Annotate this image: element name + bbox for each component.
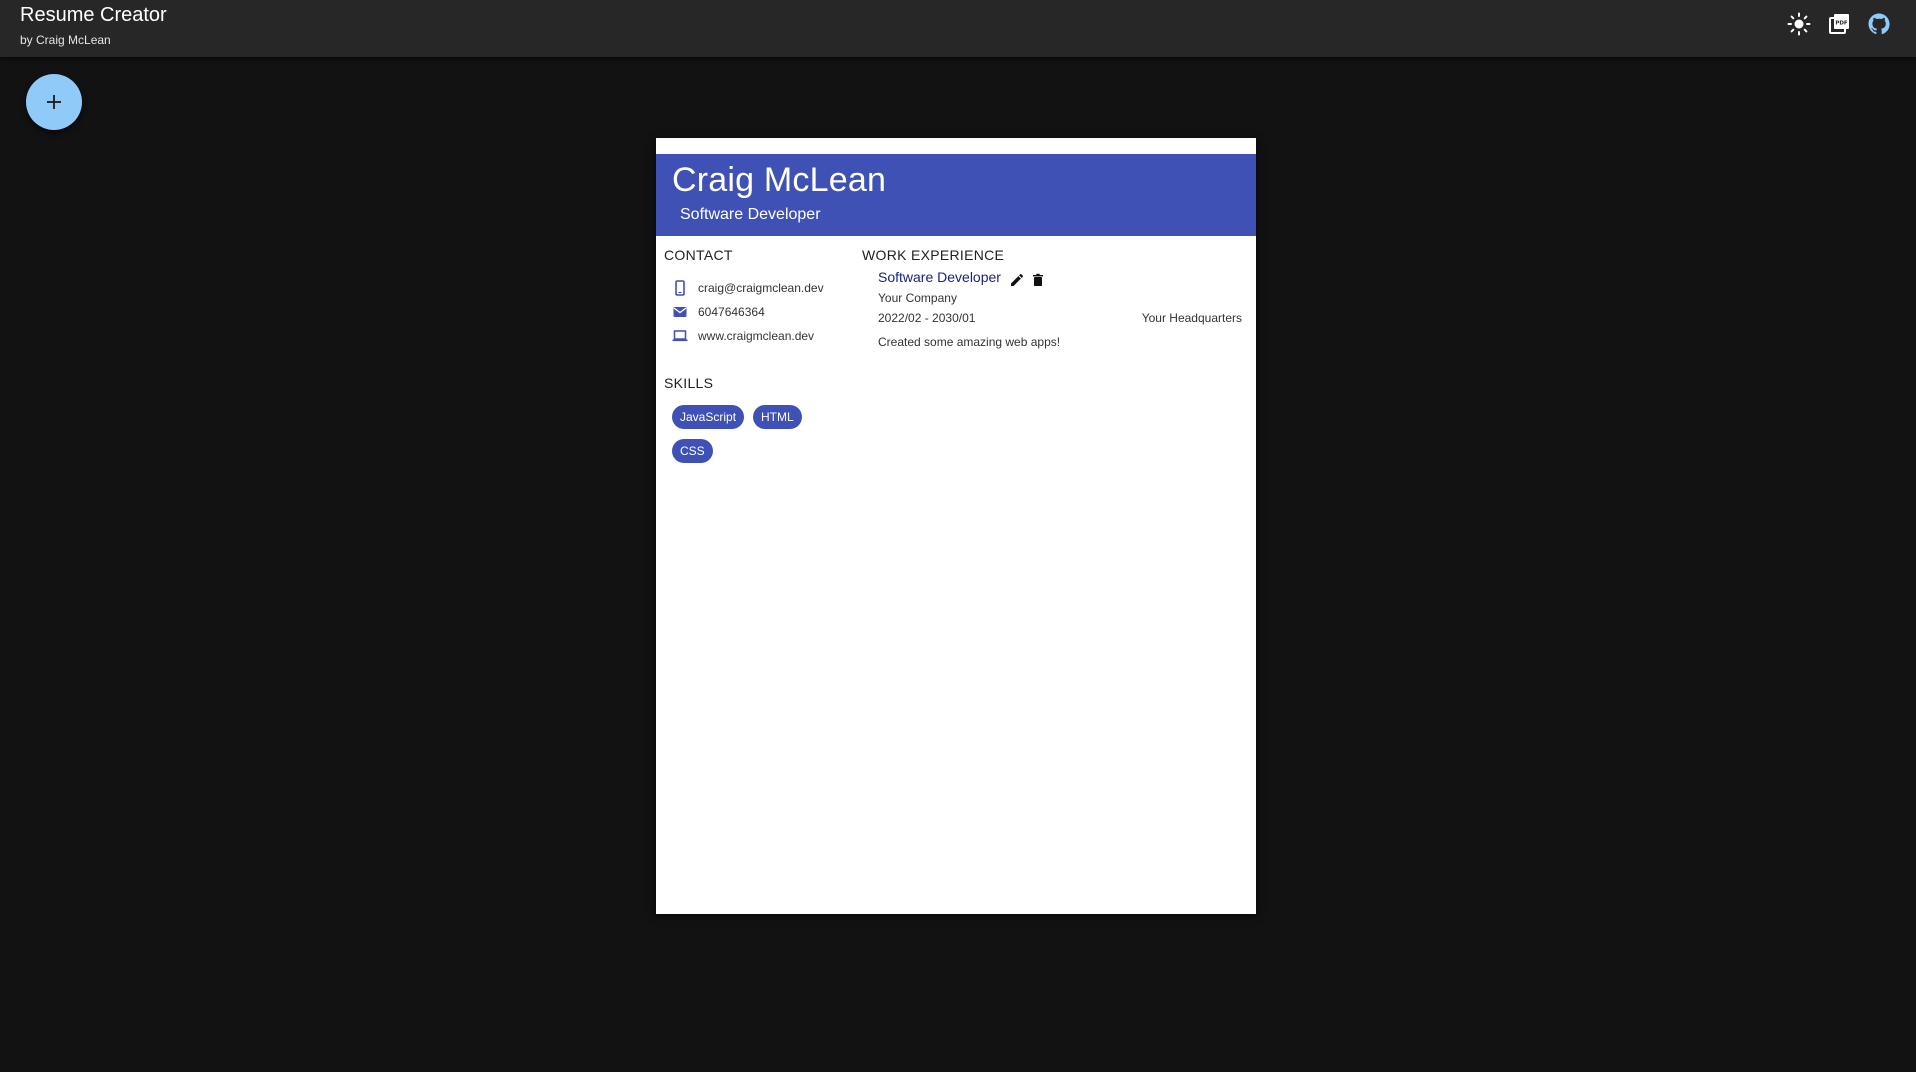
job-company: Your Company xyxy=(878,291,957,305)
laptop-icon xyxy=(672,330,688,342)
skill-chip[interactable]: HTML xyxy=(753,405,802,429)
job-title[interactable]: Software Developer xyxy=(878,269,1001,285)
sun-icon xyxy=(1787,12,1811,36)
contact-email-row[interactable]: craig@craigmclean.dev xyxy=(672,280,824,296)
skill-chip[interactable]: JavaScript xyxy=(672,405,745,429)
work-experience-heading: WORK EXPERIENCE xyxy=(862,247,1005,263)
app-subtitle: by Craig McLean xyxy=(20,33,111,47)
app-bar: Resume Creator by Craig McLean PDF xyxy=(0,0,1916,57)
contact-website: www.craigmclean.dev xyxy=(698,329,815,343)
add-section-button[interactable] xyxy=(26,74,82,130)
resume-header: Craig McLean Software Developer xyxy=(656,154,1256,236)
resume-page: Craig McLean Software Developer CONTACT … xyxy=(656,138,1256,914)
job-dates: 2022/02 - 2030/01 xyxy=(878,311,976,325)
contact-website-row[interactable]: www.craigmclean.dev xyxy=(672,328,814,344)
delete-icon[interactable] xyxy=(1030,272,1046,288)
theme-toggle-button[interactable] xyxy=(1787,12,1811,36)
skills-heading: SKILLS xyxy=(664,375,714,391)
export-pdf-button[interactable]: PDF xyxy=(1827,12,1851,36)
svg-text:PDF: PDF xyxy=(1835,21,1848,27)
job-location: Your Headquarters xyxy=(1141,311,1242,325)
plus-icon xyxy=(47,95,61,109)
app-actions: PDF xyxy=(1787,12,1891,36)
contact-phone: 6047646364 xyxy=(698,305,765,319)
github-button[interactable] xyxy=(1867,12,1891,36)
resume-role[interactable]: Software Developer xyxy=(680,206,821,224)
job-description: Created some amazing web apps! xyxy=(878,335,1061,349)
contact-email: craig@craigmclean.dev xyxy=(698,281,824,295)
app-title: Resume Creator xyxy=(20,4,167,26)
pdf-icon: PDF xyxy=(1829,14,1849,34)
email-icon xyxy=(673,307,687,317)
edit-icon[interactable] xyxy=(1009,272,1025,288)
phone-icon xyxy=(675,280,685,296)
contact-phone-row[interactable]: 6047646364 xyxy=(672,304,765,320)
contact-heading: CONTACT xyxy=(664,247,733,263)
skill-chip[interactable]: CSS xyxy=(672,439,713,463)
github-icon xyxy=(1868,13,1890,35)
resume-name[interactable]: Craig McLean xyxy=(672,161,886,200)
